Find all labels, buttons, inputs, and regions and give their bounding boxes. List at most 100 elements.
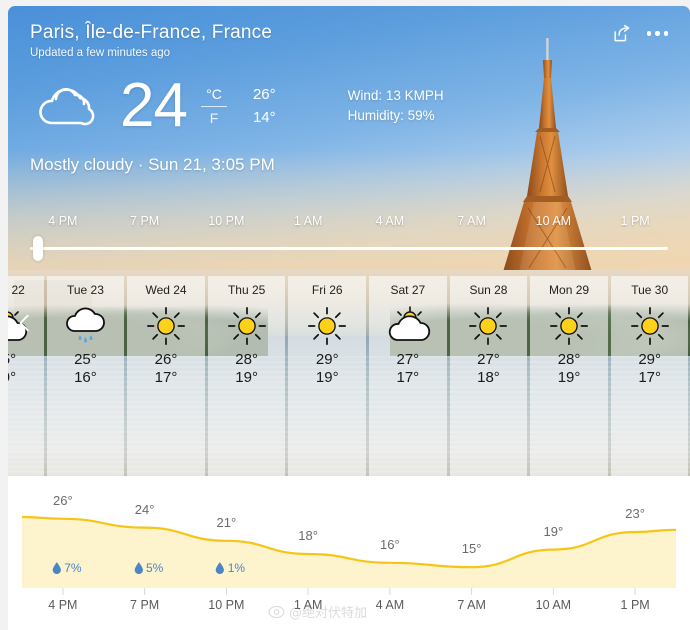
forecast-low: 16° bbox=[74, 369, 97, 386]
hour-tick-1: 7 PM bbox=[130, 214, 160, 228]
forecast-low: 18° bbox=[477, 369, 500, 386]
forecast-high: 29° bbox=[315, 351, 339, 368]
hour-tick-4: 4 AM bbox=[375, 214, 405, 228]
sunny-icon bbox=[147, 307, 186, 345]
forecast-weather-icon bbox=[288, 303, 366, 349]
temp-high: 26° bbox=[252, 85, 276, 103]
chart-temp-label-6: 19° bbox=[543, 523, 564, 539]
forecast-day-label: Tue 30 bbox=[631, 283, 669, 297]
forecast-day-5[interactable]: Sat 27 27° 17° bbox=[369, 276, 447, 476]
forecast-low: 19° bbox=[235, 369, 258, 386]
forecast-day-3[interactable]: Thu 25 28° 19° bbox=[207, 276, 286, 476]
partly-sunny-icon bbox=[388, 306, 430, 341]
forecast-day-1[interactable]: Tue 23 25° 16° bbox=[46, 276, 125, 476]
precip-label-2: 1% bbox=[216, 561, 245, 575]
forecast-day-6[interactable]: Sun 28 27° 18° bbox=[449, 276, 528, 476]
slider-handle[interactable] bbox=[33, 236, 43, 261]
unit-toggle[interactable]: °C F bbox=[200, 84, 227, 128]
forecast-day-label: Thu 25 bbox=[227, 283, 266, 297]
hour-tick-3: 1 AM bbox=[293, 214, 323, 228]
hour-tick-5: 7 AM bbox=[457, 214, 486, 228]
slider-track[interactable] bbox=[30, 247, 668, 250]
forecast-low: 17° bbox=[396, 369, 420, 386]
sunny-icon bbox=[227, 307, 266, 345]
weather-card: Paris, Île-de-France, France Updated a f… bbox=[8, 6, 690, 630]
precip-label-1: 5% bbox=[134, 561, 163, 575]
forecast-high: 25° bbox=[74, 351, 97, 368]
current-conditions-row: 24 °C F 26° 14° Wind: 13 KMPH Humidity: … bbox=[30, 75, 668, 137]
forecast-weather-icon bbox=[369, 303, 447, 349]
hour-tick-7: 1 PM bbox=[620, 214, 650, 228]
forecast-high: 27° bbox=[396, 351, 420, 368]
rain-icon bbox=[66, 307, 106, 343]
hour-scale: 4 PM 7 PM 10 PM 1 AM 4 AM 7 AM 10 AM 1 PM bbox=[8, 214, 690, 228]
chart-x-label-2: 10 PM bbox=[208, 598, 245, 612]
forecast-weather-icon bbox=[450, 303, 528, 349]
chart-temp-label-3: 18° bbox=[298, 528, 318, 543]
sunny-icon bbox=[630, 307, 669, 345]
forecast-day-8[interactable]: Tue 30 29° 17° bbox=[610, 276, 689, 476]
forecast-day-7[interactable]: Mon 29 28° 19° bbox=[530, 276, 608, 476]
forecast-low: 19° bbox=[315, 369, 339, 386]
chart-x-label-4: 4 AM bbox=[375, 598, 405, 612]
forecast-high: 28° bbox=[557, 351, 581, 368]
chart-x-label-6: 10 AM bbox=[535, 598, 572, 612]
daily-forecast-row: Mon 2225°19°Tue 2325°16°Wed 2426°17°Thu … bbox=[8, 276, 690, 476]
humidity-value: Humidity: 59% bbox=[347, 108, 435, 123]
temp-low: 14° bbox=[252, 109, 276, 126]
forecast-day-label: Mon 29 bbox=[549, 283, 590, 297]
chart-x-label-1: 7 PM bbox=[130, 598, 160, 612]
unit-celsius[interactable]: °C bbox=[201, 84, 227, 104]
mostly-cloudy-icon bbox=[30, 77, 120, 136]
chart-temp-label-0: 26° bbox=[53, 492, 73, 508]
forecast-day-label: Mon 22 bbox=[8, 283, 25, 297]
forecast-low: 19° bbox=[557, 369, 581, 386]
precip-value: 7% bbox=[64, 561, 82, 575]
forecast-high: 26° bbox=[154, 351, 178, 368]
hero-action-icons bbox=[612, 24, 668, 43]
hour-tick-6: 10 AM bbox=[535, 214, 572, 228]
water-drop-icon bbox=[52, 562, 61, 574]
chart-temp-label-5: 15° bbox=[461, 541, 482, 557]
forecast-day-label: Tue 23 bbox=[66, 283, 104, 297]
sunny-icon bbox=[308, 307, 347, 345]
forecast-day-2[interactable]: Wed 24 26° 17° bbox=[127, 276, 205, 476]
more-options-icon[interactable] bbox=[646, 31, 668, 36]
forecast-photo-band: Mon 2225°19°Tue 2325°16°Wed 2426°17°Thu … bbox=[8, 270, 690, 476]
temperature-area-svg bbox=[22, 515, 676, 595]
forecast-day-0[interactable]: Mon 22 25°19° bbox=[8, 276, 44, 476]
hour-tick-0: 4 PM bbox=[48, 214, 78, 228]
share-icon[interactable] bbox=[612, 24, 631, 43]
forecast-high: 25° bbox=[8, 351, 17, 368]
forecast-weather-icon bbox=[611, 303, 689, 349]
high-low-block: 26° 14° bbox=[253, 83, 276, 130]
chart-temp-label-7: 23° bbox=[625, 506, 645, 521]
precip-value: 5% bbox=[145, 561, 164, 575]
precip-label-0: 7% bbox=[52, 561, 82, 575]
current-temperature: 24 bbox=[120, 71, 188, 140]
sunny-icon bbox=[550, 307, 589, 345]
forecast-day-4[interactable]: Fri 26 29° 19° bbox=[288, 276, 367, 476]
chart-x-label-0: 4 PM bbox=[48, 598, 78, 612]
chart-plot-area: 4 PM 7 PM 10 PM 1 AM 4 AM 7 AM 10 AM 1 PM 26° 24… bbox=[22, 476, 676, 630]
forecast-weather-icon bbox=[127, 303, 205, 349]
forecast-day-label: Sat 27 bbox=[390, 283, 426, 297]
time-slider[interactable] bbox=[30, 236, 668, 261]
hero-content: Paris, Île-de-France, France Updated a f… bbox=[8, 6, 690, 175]
forecast-low: 17° bbox=[154, 369, 178, 386]
page-title: Paris, Île-de-France, France bbox=[30, 22, 273, 43]
water-drop-icon bbox=[216, 562, 225, 574]
chevron-left-icon[interactable] bbox=[14, 312, 36, 334]
wind-value: Wind: 13 KMPH bbox=[347, 87, 444, 103]
hour-tick-2: 10 PM bbox=[208, 214, 245, 228]
unit-fahrenheit[interactable]: F bbox=[201, 108, 227, 128]
chart-temp-label-2: 21° bbox=[216, 514, 237, 530]
forecast-high: 28° bbox=[235, 351, 258, 368]
forecast-day-label: Wed 24 bbox=[145, 283, 187, 297]
unit-divider bbox=[200, 105, 227, 107]
chart-x-label-3: 1 AM bbox=[293, 598, 323, 612]
precip-value: 1% bbox=[227, 561, 246, 575]
chart-x-label-5: 7 AM bbox=[457, 598, 486, 612]
water-drop-icon bbox=[134, 562, 143, 574]
forecast-low: 17° bbox=[638, 369, 662, 386]
